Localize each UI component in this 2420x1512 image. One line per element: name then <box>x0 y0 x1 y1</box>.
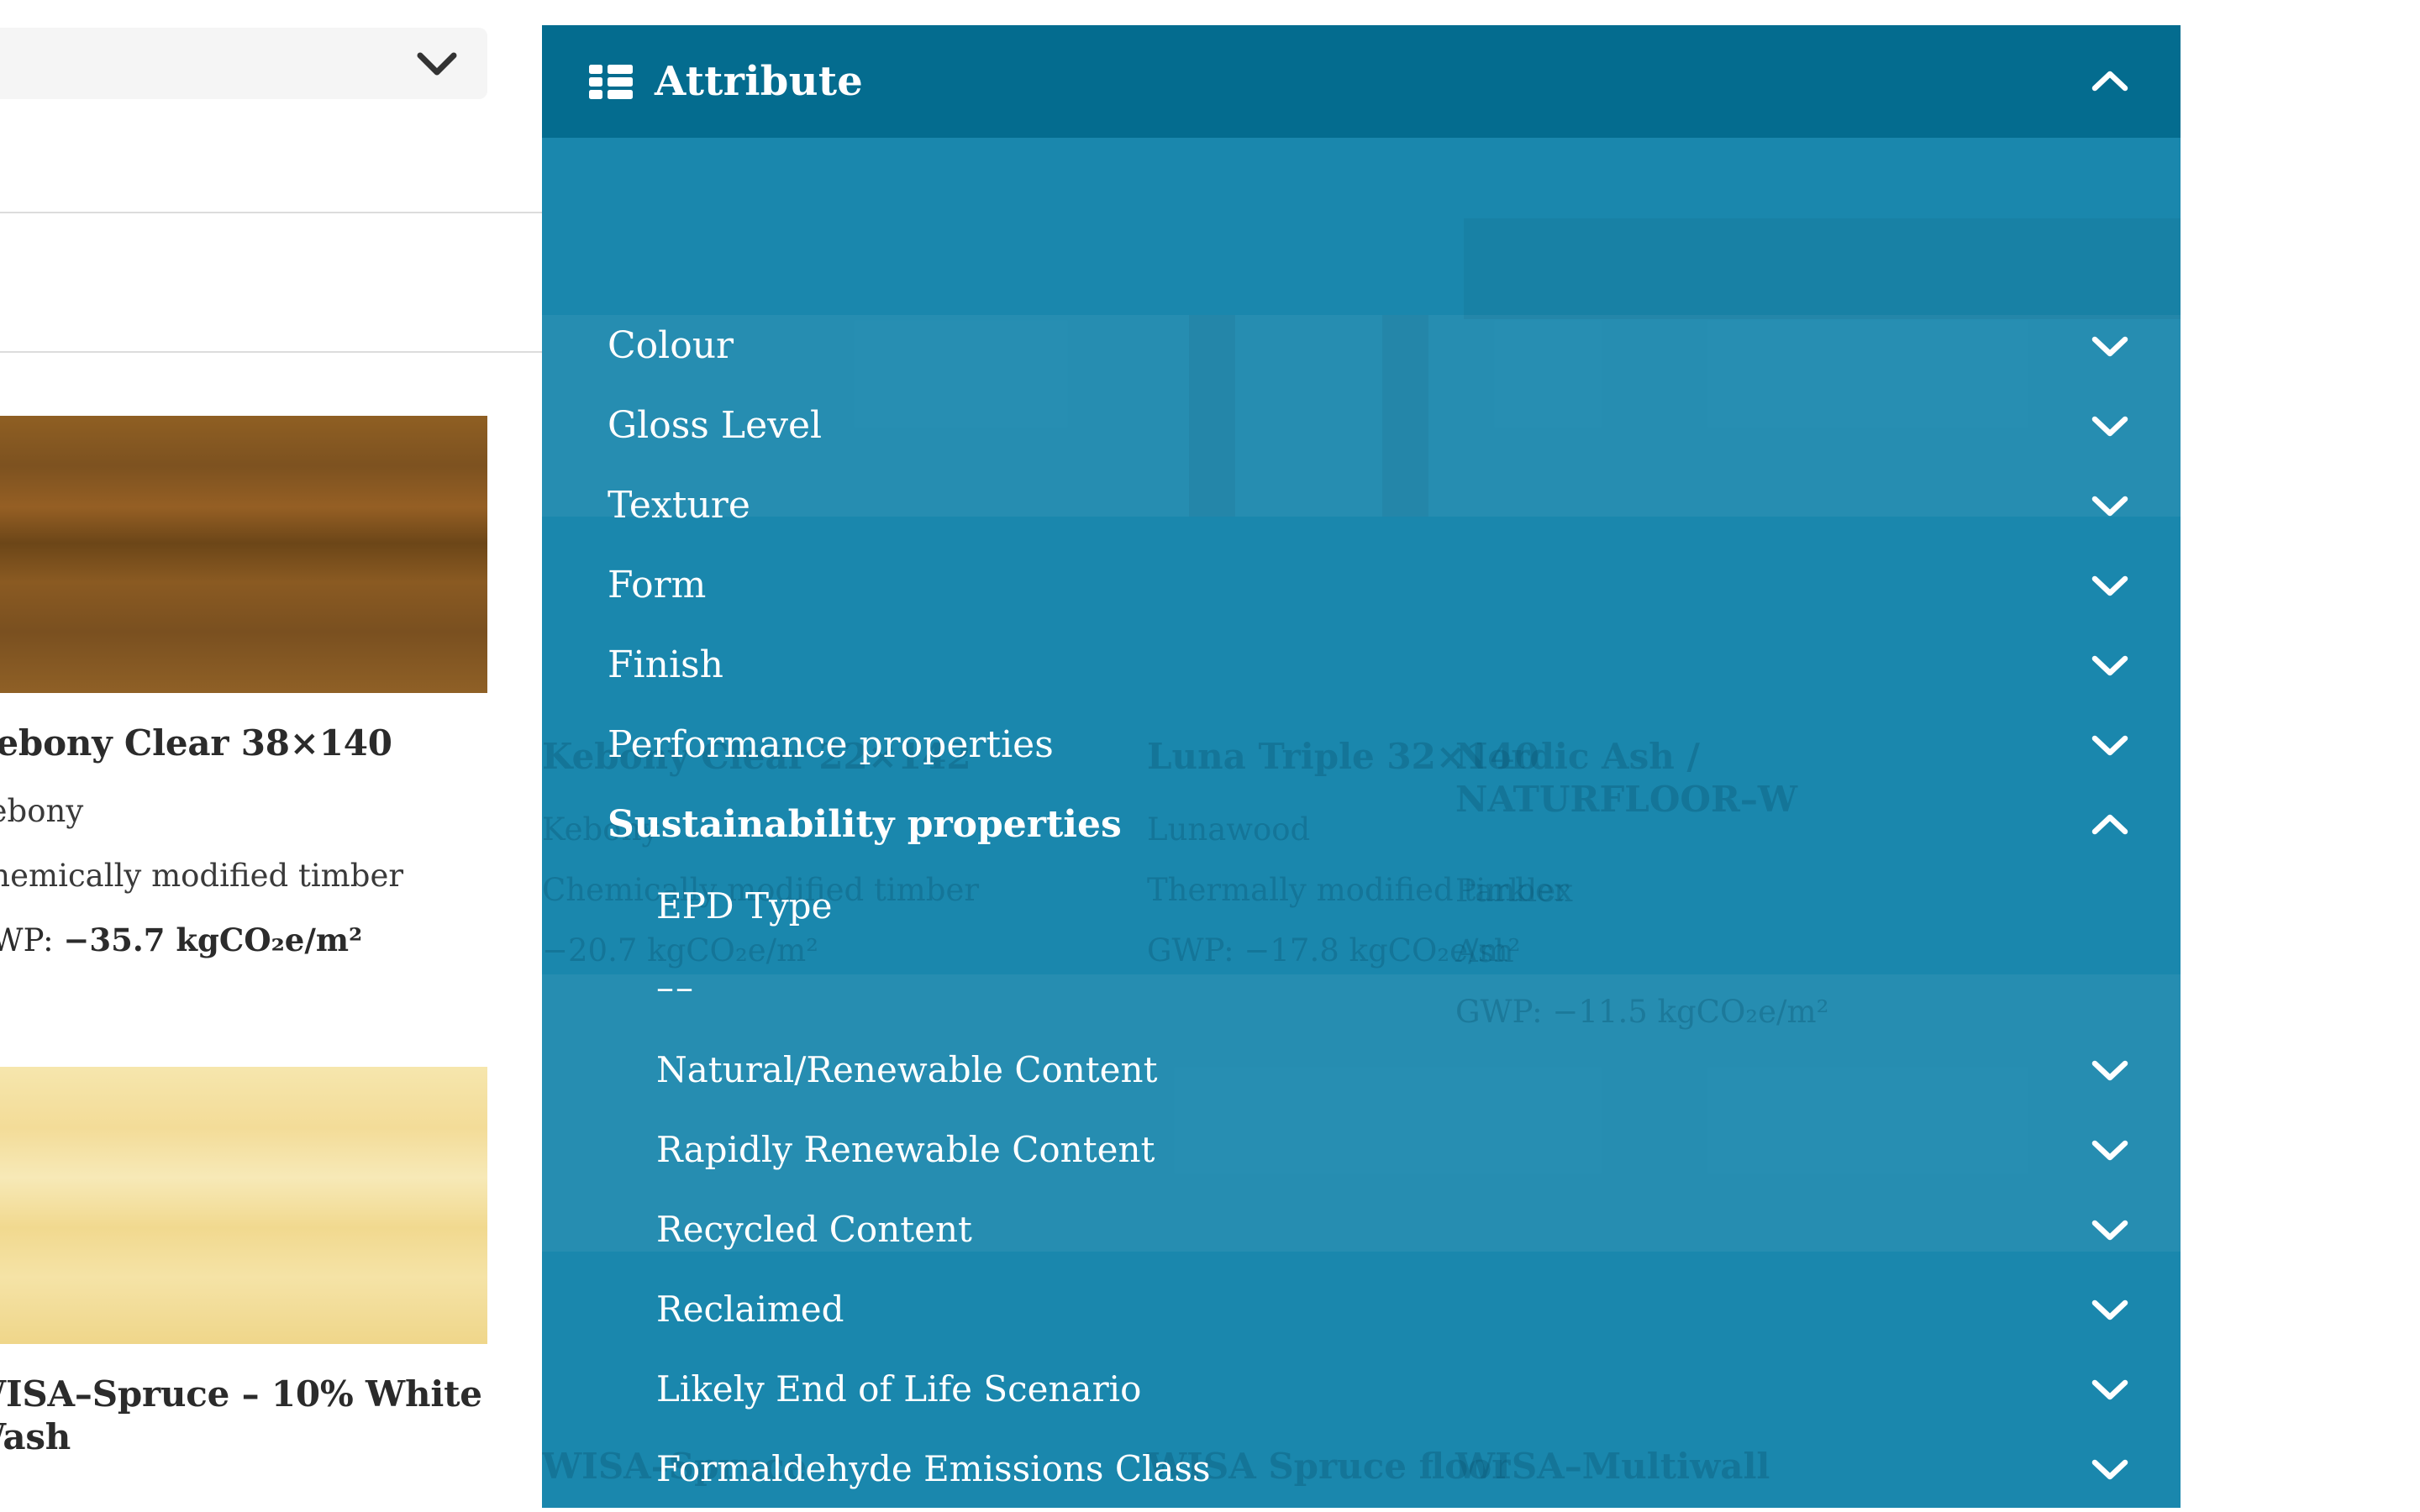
attribute-row-sustainability-properties[interactable]: Sustainability properties <box>542 785 2181 864</box>
chevron-down-icon[interactable] <box>2091 654 2128 677</box>
bleed-block <box>1464 218 2181 319</box>
product-card[interactable]: WISA–Spruce – 10% White Wash <box>0 1067 487 1458</box>
attribute-label: Natural/Renewable Content <box>656 1048 1158 1090</box>
attribute-label: Formaldehyde Emissions Class <box>656 1447 1211 1489</box>
attribute-label: Performance properties <box>608 722 1054 766</box>
chevron-down-icon[interactable] <box>2091 1457 2128 1481</box>
attribute-label: EPD Type <box>656 885 833 927</box>
attribute-row-performance-properties[interactable]: Performance properties <box>542 705 2181 785</box>
chevron-down-icon[interactable] <box>2091 1138 2128 1162</box>
attribute-row-recycled-content[interactable]: Recycled Content <box>542 1190 2181 1268</box>
attribute-label: Rapidly Renewable Content <box>656 1128 1155 1170</box>
chevron-down-icon[interactable] <box>2091 733 2128 757</box>
divider <box>0 212 542 213</box>
attribute-label: Gloss Level <box>608 403 823 447</box>
product-title: Kebony Clear 38×140 <box>0 722 392 764</box>
chevron-up-icon[interactable] <box>2091 813 2128 837</box>
list-bullet-icon <box>589 63 633 100</box>
chevron-down-icon[interactable] <box>2091 1218 2128 1242</box>
chevron-down-icon <box>417 51 457 76</box>
attribute-label: Texture <box>608 483 750 527</box>
attribute-row-epd-type[interactable]: EPD Type <box>542 867 2181 945</box>
attribute-row-form[interactable]: Form <box>542 545 2181 625</box>
attribute-panel-header[interactable]: Attribute <box>542 25 2181 138</box>
attribute-label: Likely End of Life Scenario <box>656 1368 1142 1410</box>
attribute-row-natural-renewable-content[interactable]: Natural/Renewable Content <box>542 1031 2181 1109</box>
product-gwp: GWP: −35.7 kgCO₂e/m² <box>0 921 487 959</box>
attribute-row-formaldehyde-emissions-class[interactable]: Formaldehyde Emissions Class <box>542 1430 2181 1508</box>
chevron-up-icon[interactable] <box>2091 70 2128 93</box>
attribute-row-finish[interactable]: Finish <box>542 625 2181 705</box>
attribute-row-likely-end-of-life-scenario[interactable]: Likely End of Life Scenario <box>542 1350 2181 1428</box>
attribute-panel-title: Attribute <box>655 58 864 105</box>
attribute-row-rapidly-renewable-content[interactable]: Rapidly Renewable Content <box>542 1110 2181 1189</box>
value-dash: –– <box>656 966 695 1008</box>
attribute-label: Reclaimed <box>656 1288 844 1330</box>
product-title: WISA–Spruce – 10% White Wash <box>0 1373 482 1458</box>
attribute-label: Form <box>608 563 707 606</box>
chevron-down-icon[interactable] <box>2091 494 2128 517</box>
attribute-label: Recycled Content <box>656 1208 972 1250</box>
attribute-label: Sustainability properties <box>608 802 1122 846</box>
product-swatch <box>0 1067 487 1344</box>
chevron-down-icon[interactable] <box>2091 1298 2128 1321</box>
attribute-panel: Attribute Kebony Clear 22×142 Kebony Che… <box>542 25 2181 1508</box>
chevron-down-icon[interactable] <box>2091 414 2128 438</box>
attribute-label: Colour <box>608 323 734 367</box>
filter-select[interactable] <box>0 28 487 99</box>
chevron-down-icon[interactable] <box>2091 334 2128 358</box>
attribute-row-colour[interactable]: Colour <box>542 306 2181 386</box>
divider <box>0 351 542 353</box>
gwp-prefix: GWP: <box>0 922 54 959</box>
product-swatch <box>0 416 487 693</box>
attribute-row-reclaimed[interactable]: Reclaimed <box>542 1270 2181 1348</box>
attribute-row-gloss-level[interactable]: Gloss Level <box>542 386 2181 465</box>
gwp-value: −35.7 kgCO₂e/m² <box>63 921 363 959</box>
chevron-down-icon[interactable] <box>2091 574 2128 597</box>
product-type: Chemically modified timber <box>0 857 404 894</box>
product-brand: Kebony <box>0 793 84 830</box>
attribute-row-texture[interactable]: Texture <box>542 465 2181 545</box>
attribute-label: Finish <box>608 643 723 686</box>
product-card[interactable]: Kebony Clear 38×140 Kebony Chemically mo… <box>0 416 487 959</box>
chevron-down-icon[interactable] <box>2091 1058 2128 1082</box>
chevron-down-icon[interactable] <box>2091 1378 2128 1401</box>
attribute-value-placeholder: –– <box>542 948 2181 1026</box>
